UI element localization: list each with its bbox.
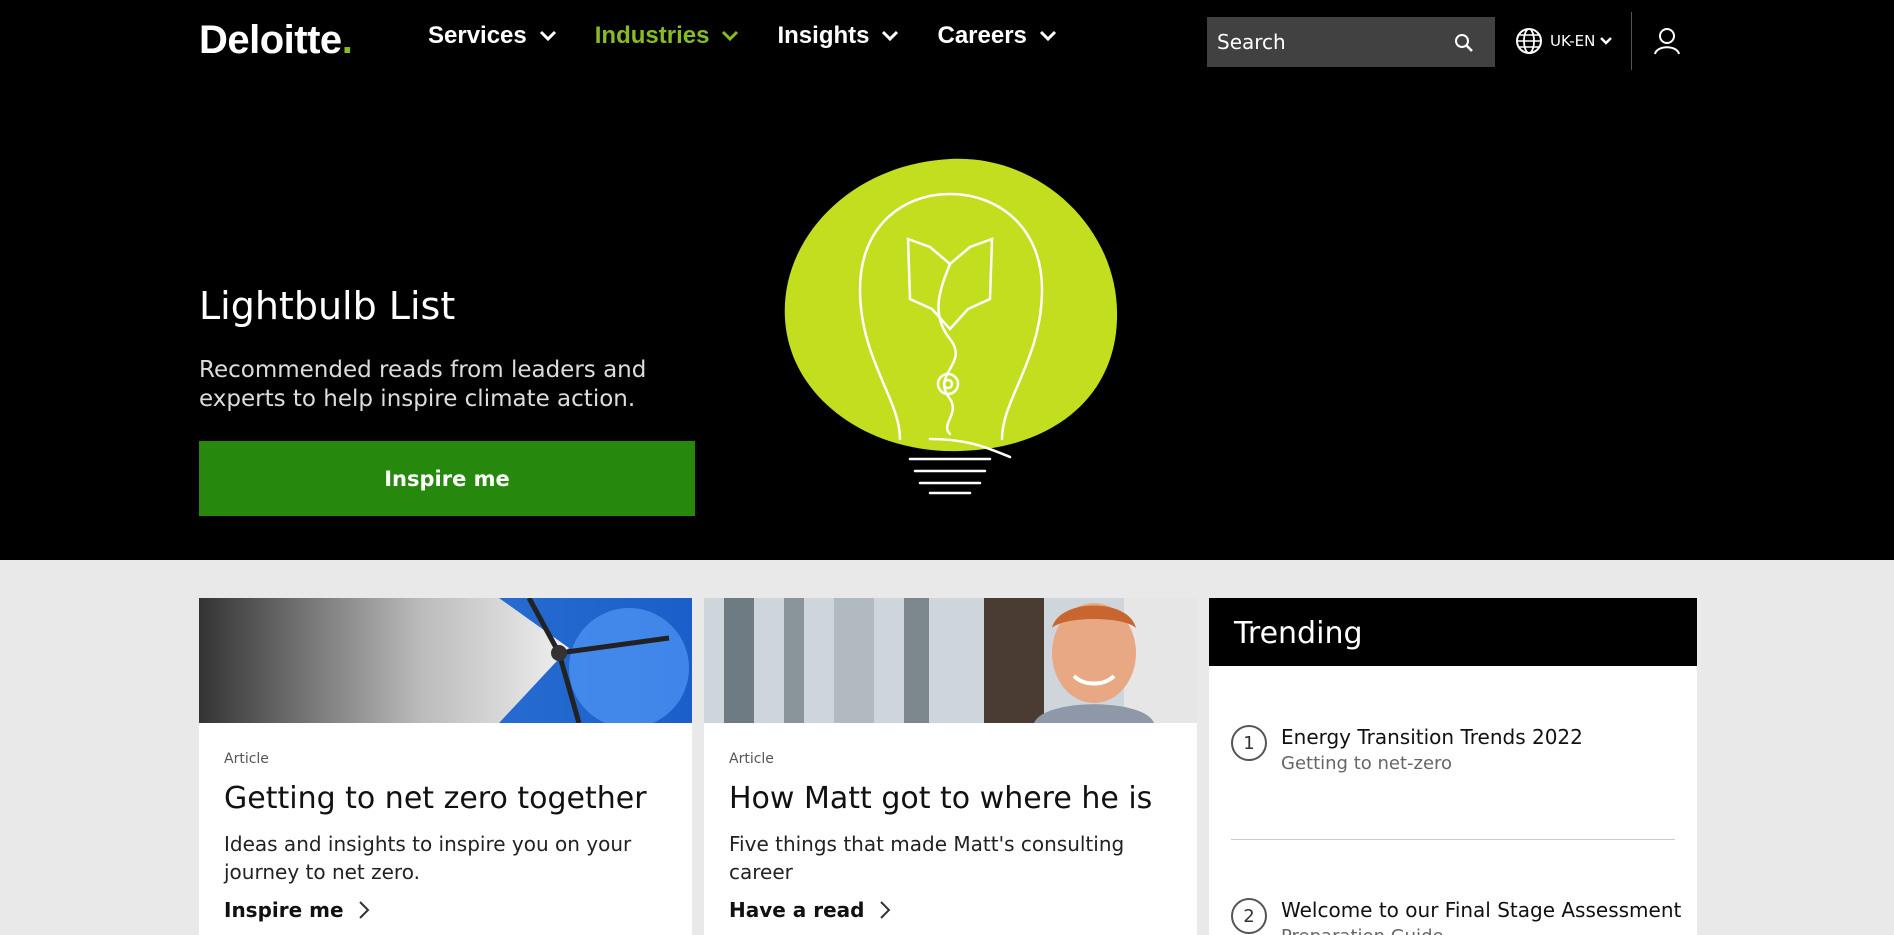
portrait-image bbox=[704, 598, 1197, 723]
inspire-me-link[interactable]: Inspire me bbox=[224, 898, 370, 922]
globe-icon bbox=[1516, 28, 1542, 54]
search-input[interactable] bbox=[1207, 30, 1447, 54]
search-box bbox=[1207, 17, 1495, 67]
hero-banner: Lightbulb List Recommended reads from le… bbox=[0, 84, 1894, 560]
trending-item[interactable]: 2 Welcome to our Final Stage Assessment … bbox=[1209, 898, 1697, 935]
link-label: Have a read bbox=[729, 898, 865, 922]
trending-item[interactable]: 1 Energy Transition Trends 2022 Getting … bbox=[1209, 725, 1697, 774]
nav-insights[interactable]: Insights bbox=[777, 22, 899, 50]
trending-rank: 2 bbox=[1231, 898, 1267, 934]
language-label: UK-EN bbox=[1550, 32, 1596, 50]
nav-insights-label: Insights bbox=[777, 22, 870, 49]
language-selector[interactable]: UK-EN bbox=[1514, 26, 1613, 56]
article-title[interactable]: How Matt got to where he is bbox=[729, 781, 1172, 816]
trending-heading: Trending bbox=[1209, 598, 1697, 666]
nav-industries-label: Industries bbox=[594, 22, 710, 49]
trending-rank: 1 bbox=[1231, 725, 1267, 761]
article-type: Article bbox=[729, 751, 774, 767]
nav-careers[interactable]: Careers bbox=[937, 22, 1056, 50]
trending-panel: Trending 1 Energy Transition Trends 2022… bbox=[1209, 598, 1697, 935]
hero-title: Lightbulb List bbox=[199, 284, 456, 328]
trending-title: Energy Transition Trends 2022 bbox=[1281, 725, 1583, 749]
hero-subtitle: Recommended reads from leaders and exper… bbox=[199, 357, 647, 412]
chevron-right-icon bbox=[879, 901, 890, 919]
have-a-read-link[interactable]: Have a read bbox=[729, 898, 891, 922]
trending-title: Welcome to our Final Stage Assessment bbox=[1281, 898, 1682, 922]
main-nav: Services Industries Insights Careers bbox=[428, 22, 1095, 50]
nav-careers-label: Careers bbox=[937, 22, 1027, 49]
chevron-right-icon bbox=[358, 901, 369, 919]
wind-turbine-image bbox=[199, 598, 692, 723]
chevron-down-icon bbox=[1039, 30, 1056, 42]
article-description: Five things that made Matt's consulting … bbox=[729, 832, 1125, 884]
link-label: Inspire me bbox=[224, 898, 344, 922]
nav-services[interactable]: Services bbox=[428, 22, 557, 50]
user-icon[interactable] bbox=[1652, 26, 1682, 56]
search-icon[interactable] bbox=[1453, 32, 1475, 54]
article-card[interactable]: Article Getting to net zero together Ide… bbox=[199, 598, 692, 935]
lightbulb-illustration bbox=[784, 158, 1118, 495]
site-header: Deloitte. Services Industries Insights C… bbox=[0, 0, 1894, 84]
chevron-down-icon bbox=[722, 30, 739, 42]
chevron-down-icon bbox=[882, 30, 899, 42]
header-divider bbox=[1631, 12, 1632, 70]
nav-services-label: Services bbox=[428, 22, 527, 49]
inspire-me-button[interactable]: Inspire me bbox=[199, 441, 695, 516]
chevron-down-icon bbox=[539, 30, 556, 42]
trending-divider bbox=[1231, 839, 1675, 840]
logo-text: Deloitte bbox=[199, 18, 342, 62]
article-card[interactable]: Article How Matt got to where he is Five… bbox=[704, 598, 1197, 935]
nav-industries[interactable]: Industries bbox=[595, 22, 740, 50]
article-description: Ideas and insights to inspire you on you… bbox=[224, 832, 632, 884]
trending-subtitle: Getting to net-zero bbox=[1281, 753, 1453, 774]
trending-subtitle: Preparation Guide bbox=[1281, 926, 1681, 935]
chevron-down-icon bbox=[1600, 37, 1613, 45]
logo-dot: . bbox=[341, 18, 353, 62]
article-type: Article bbox=[224, 751, 269, 767]
deloitte-logo[interactable]: Deloitte. bbox=[199, 18, 353, 63]
article-title[interactable]: Getting to net zero together bbox=[224, 781, 667, 816]
